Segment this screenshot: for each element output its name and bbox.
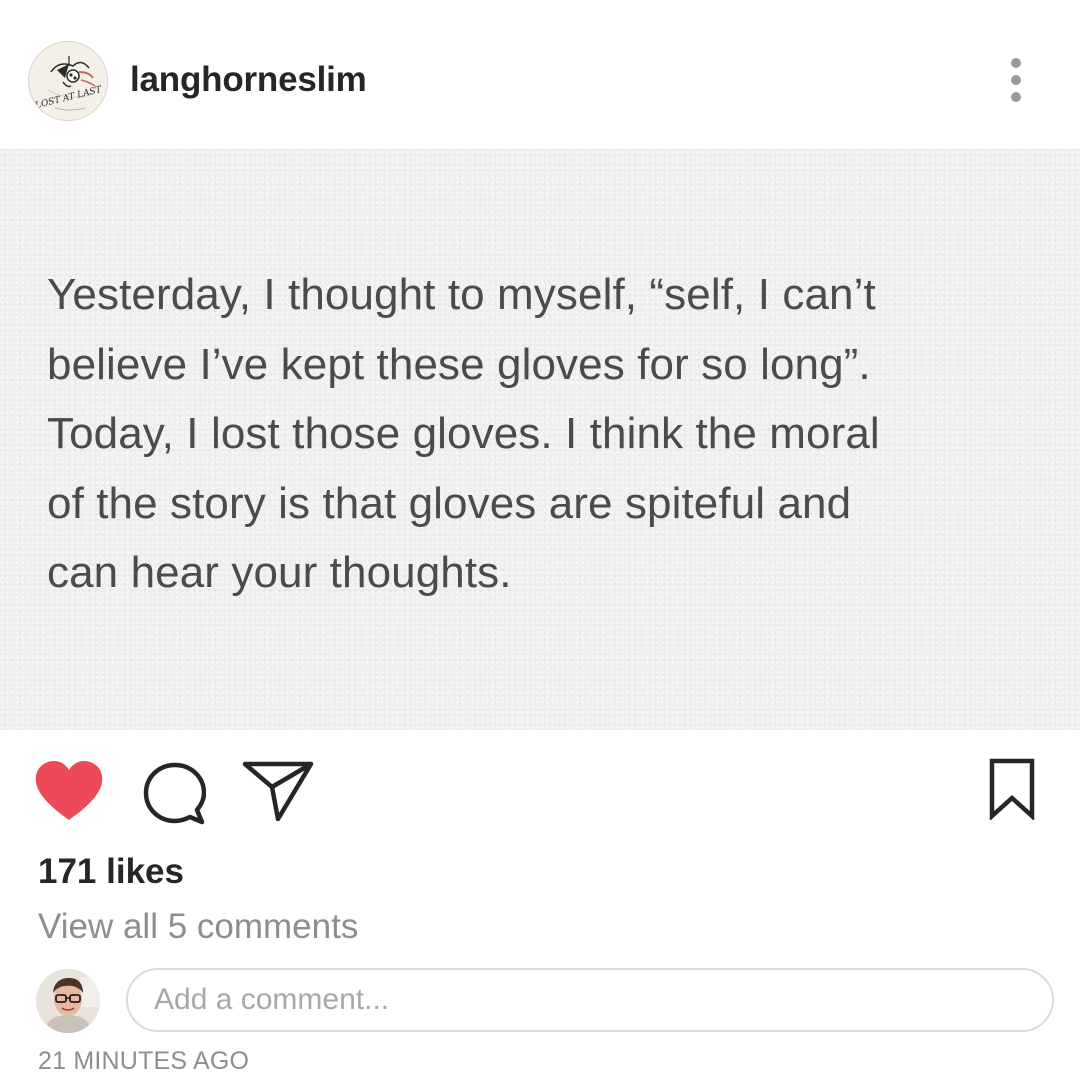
username[interactable]: langhorneslim bbox=[130, 60, 367, 100]
action-bar bbox=[0, 740, 1080, 840]
more-options-button[interactable] bbox=[996, 52, 1036, 108]
current-user-avatar bbox=[36, 969, 100, 1033]
share-paper-plane-icon[interactable] bbox=[242, 760, 314, 822]
view-all-comments-link[interactable]: View all 5 comments bbox=[38, 907, 358, 947]
likes-count[interactable]: 171 likes bbox=[38, 852, 184, 892]
more-dot-icon bbox=[1011, 58, 1021, 68]
lost-at-last-logo-icon: LOST AT LAST bbox=[30, 43, 107, 120]
profile-avatar[interactable]: LOST AT LAST bbox=[28, 41, 108, 121]
add-comment-row bbox=[0, 965, 1080, 1035]
more-dot-icon bbox=[1011, 92, 1021, 102]
post-note-text: Yesterday, I thought to myself, “self, I… bbox=[47, 270, 880, 597]
user-photo-icon bbox=[36, 969, 100, 1033]
post-header: LOST AT LAST langhorneslim bbox=[0, 0, 1080, 150]
add-comment-input[interactable] bbox=[126, 968, 1054, 1032]
more-dot-icon bbox=[1011, 75, 1021, 85]
instagram-post: LOST AT LAST langhorneslim Yesterday, I … bbox=[0, 0, 1080, 1081]
save-bookmark-icon[interactable] bbox=[984, 758, 1040, 820]
post-image[interactable]: Yesterday, I thought to myself, “self, I… bbox=[0, 150, 1080, 730]
like-heart-icon[interactable] bbox=[34, 760, 104, 822]
post-timestamp: 21 MINUTES AGO bbox=[38, 1047, 250, 1075]
comment-bubble-icon[interactable] bbox=[142, 762, 206, 826]
